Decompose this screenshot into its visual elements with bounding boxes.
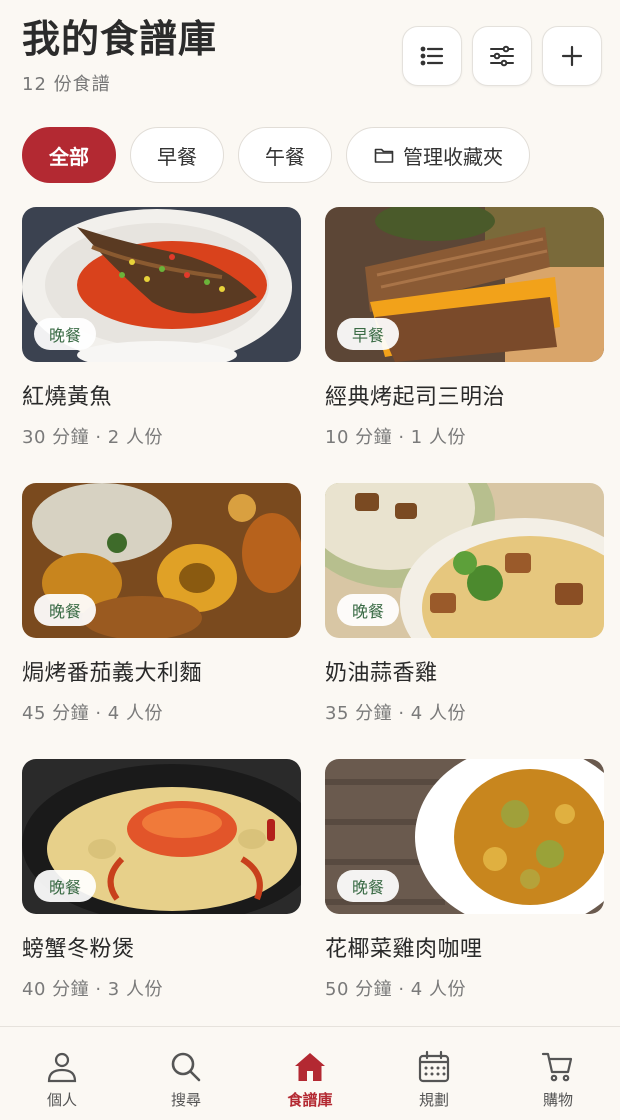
recipe-card[interactable]: 晚餐 螃蟹冬粉煲 40 分鐘 · 3 人份 bbox=[22, 759, 301, 1035]
filter-chips: 全部 早餐 午餐 管理收藏夾 bbox=[22, 127, 530, 183]
recipe-name: 螃蟹冬粉煲 bbox=[22, 937, 135, 962]
meal-type-badge: 晚餐 bbox=[34, 870, 97, 902]
home-icon bbox=[295, 1053, 325, 1081]
folder-icon bbox=[374, 148, 394, 163]
recipe-card[interactable]: 晚餐 花椰菜雞肉咖哩 50 分鐘 · 4 人份 bbox=[325, 759, 604, 1035]
recipe-meta: 35 分鐘 · 4 人份 bbox=[325, 703, 466, 724]
meal-type-badge: 晚餐 bbox=[337, 594, 400, 626]
recipe-image: 早餐 bbox=[325, 207, 604, 362]
recipe-count: 12 份食譜 bbox=[22, 74, 111, 95]
search-icon bbox=[171, 1052, 201, 1082]
recipe-meta: 45 分鐘 · 4 人份 bbox=[22, 703, 163, 724]
nav-item-profile[interactable]: 個人 bbox=[0, 1027, 124, 1120]
recipe-card[interactable]: 晚餐 紅燒黃魚 30 分鐘 · 2 人份 bbox=[22, 207, 301, 483]
recipe-grid: 晚餐 紅燒黃魚 30 分鐘 · 2 人份 早餐 經典烤起司三明治 10 分鐘 ·… bbox=[22, 207, 604, 1035]
filter-chip-breakfast[interactable]: 早餐 bbox=[130, 127, 224, 183]
recipe-image: 晚餐 bbox=[22, 207, 301, 362]
nav-label: 規劃 bbox=[418, 1091, 449, 1109]
recipe-card[interactable]: 晚餐 奶油蒜香雞 35 分鐘 · 4 人份 bbox=[325, 483, 604, 759]
nav-label: 個人 bbox=[46, 1091, 77, 1109]
recipe-name: 奶油蒜香雞 bbox=[325, 661, 438, 686]
list-icon bbox=[420, 46, 444, 66]
filter-chip-label: 全部 bbox=[49, 144, 89, 169]
filter-sliders-icon bbox=[490, 45, 514, 67]
nav-label: 購物 bbox=[542, 1091, 573, 1109]
filter-chip-label: 管理收藏夾 bbox=[403, 144, 503, 169]
recipe-card[interactable]: 早餐 經典烤起司三明治 10 分鐘 · 1 人份 bbox=[325, 207, 604, 483]
filter-button[interactable] bbox=[472, 26, 532, 86]
nav-item-planner[interactable]: 規劃 bbox=[372, 1027, 496, 1120]
recipe-name: 經典烤起司三明治 bbox=[325, 385, 506, 410]
recipe-meta: 50 分鐘 · 4 人份 bbox=[325, 979, 466, 1000]
meal-type-badge: 晚餐 bbox=[34, 318, 97, 350]
add-recipe-button[interactable] bbox=[542, 26, 602, 86]
person-icon bbox=[47, 1052, 77, 1083]
header-actions bbox=[402, 26, 602, 86]
manage-collections-chip[interactable]: 管理收藏夾 bbox=[346, 127, 530, 183]
nav-item-library[interactable]: 食譜庫 bbox=[248, 1027, 372, 1120]
nav-item-shopping[interactable]: 購物 bbox=[496, 1027, 620, 1120]
bottom-nav: 個人 搜尋 食譜庫 規劃 購物 bbox=[0, 1026, 620, 1120]
recipe-meta: 10 分鐘 · 1 人份 bbox=[325, 427, 466, 448]
recipe-image: 晚餐 bbox=[325, 759, 604, 914]
recipe-image: 晚餐 bbox=[325, 483, 604, 638]
recipe-image: 晚餐 bbox=[22, 759, 301, 914]
list-view-button[interactable] bbox=[402, 26, 462, 86]
filter-chip-label: 午餐 bbox=[265, 144, 305, 169]
plus-icon bbox=[561, 45, 583, 67]
header: 我的食譜庫 12 份食譜 bbox=[22, 14, 217, 96]
cart-icon bbox=[541, 1052, 573, 1082]
calendar-icon bbox=[418, 1050, 450, 1083]
meal-type-badge: 早餐 bbox=[337, 318, 400, 350]
nav-label: 搜尋 bbox=[170, 1091, 201, 1109]
meal-type-badge: 晚餐 bbox=[34, 594, 97, 626]
meal-type-badge: 晚餐 bbox=[337, 870, 400, 902]
recipe-library-screen: 我的食譜庫 12 份食譜 全部 早餐 午餐 管理收藏夾 晚餐 紅燒黃魚 30 分… bbox=[0, 0, 620, 1120]
nav-label: 食譜庫 bbox=[287, 1091, 333, 1109]
recipe-name: 焗烤番茄義大利麵 bbox=[22, 661, 203, 686]
nav-item-search[interactable]: 搜尋 bbox=[124, 1027, 248, 1120]
recipe-card[interactable]: 晚餐 焗烤番茄義大利麵 45 分鐘 · 4 人份 bbox=[22, 483, 301, 759]
page-title: 我的食譜庫 bbox=[22, 17, 218, 61]
recipe-meta: 30 分鐘 · 2 人份 bbox=[22, 427, 163, 448]
filter-chip-lunch[interactable]: 午餐 bbox=[238, 127, 332, 183]
recipe-name: 紅燒黃魚 bbox=[22, 385, 113, 410]
recipe-meta: 40 分鐘 · 3 人份 bbox=[22, 979, 163, 1000]
filter-chip-all[interactable]: 全部 bbox=[22, 127, 116, 183]
recipe-name: 花椰菜雞肉咖哩 bbox=[325, 937, 483, 962]
recipe-image: 晚餐 bbox=[22, 483, 301, 638]
filter-chip-label: 早餐 bbox=[157, 144, 197, 169]
